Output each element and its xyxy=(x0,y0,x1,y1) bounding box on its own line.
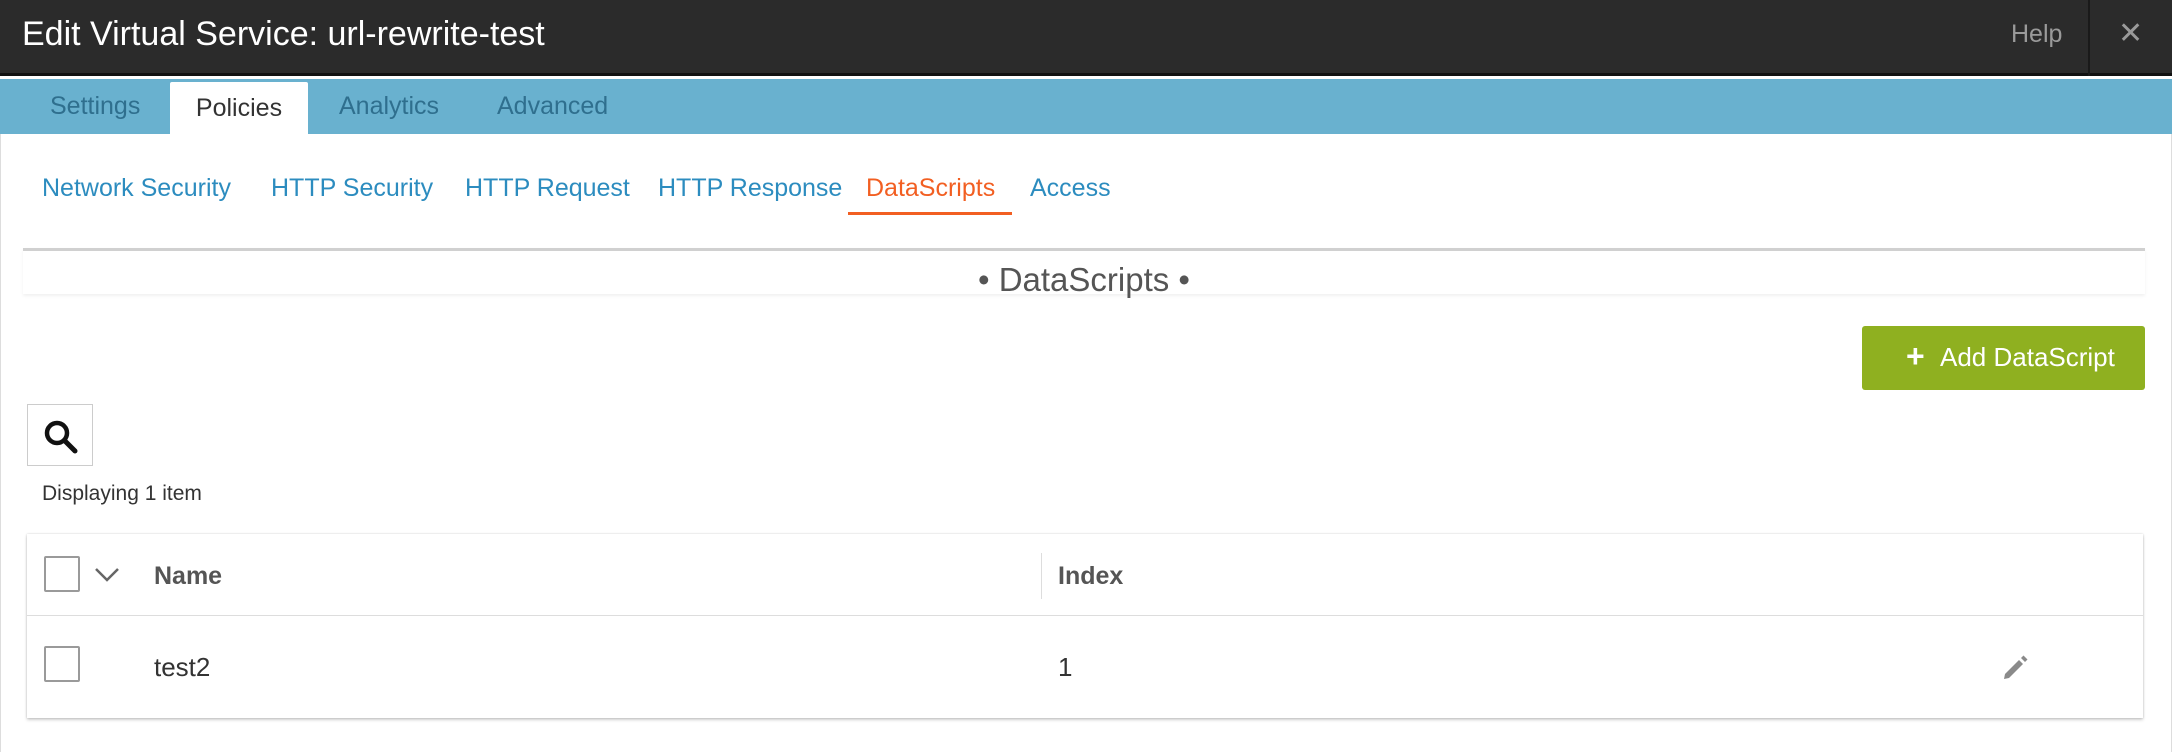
title-bar: Edit Virtual Service: url-rewrite-test H… xyxy=(0,0,2172,76)
tab-analytics[interactable]: Analytics xyxy=(339,79,439,134)
tab-settings[interactable]: Settings xyxy=(50,79,140,134)
chevron-down-icon[interactable] xyxy=(93,564,121,584)
title-divider xyxy=(2088,0,2090,76)
select-all-checkbox[interactable] xyxy=(44,556,80,592)
subtab-datascripts[interactable]: DataScripts xyxy=(866,174,995,203)
row-checkbox[interactable] xyxy=(44,646,80,682)
active-subtab-indicator xyxy=(848,212,1012,215)
section-header: • DataScripts • xyxy=(23,248,2145,298)
subtab-http-response[interactable]: HTTP Response xyxy=(658,174,842,203)
item-count: Displaying 1 item xyxy=(42,482,202,505)
close-icon[interactable]: ✕ xyxy=(2118,16,2143,51)
plus-icon: + xyxy=(1906,338,1925,374)
table-header: Name Index xyxy=(27,534,2143,616)
subtab-http-request[interactable]: HTTP Request xyxy=(465,174,630,203)
help-link[interactable]: Help xyxy=(2011,20,2062,49)
table-row: test2 1 xyxy=(27,616,2143,718)
datascripts-table: Name Index test2 1 xyxy=(27,534,2143,718)
pencil-icon[interactable] xyxy=(2000,652,2030,682)
column-header-name[interactable]: Name xyxy=(154,562,222,591)
column-header-index[interactable]: Index xyxy=(1058,562,1123,591)
main-tab-bar: Settings Policies Analytics Advanced xyxy=(0,79,2172,134)
subtab-network-security[interactable]: Network Security xyxy=(42,174,231,203)
tab-policies[interactable]: Policies xyxy=(170,82,308,134)
search-button[interactable] xyxy=(27,404,93,466)
cell-index: 1 xyxy=(1058,652,1073,682)
subtab-http-security[interactable]: HTTP Security xyxy=(271,174,433,203)
window-title: Edit Virtual Service: url-rewrite-test xyxy=(22,15,545,53)
tab-advanced[interactable]: Advanced xyxy=(497,79,608,134)
section-title: • DataScripts • xyxy=(977,261,1190,298)
subtab-access[interactable]: Access xyxy=(1030,174,1111,203)
cell-name: test2 xyxy=(154,652,211,682)
add-datascript-button[interactable]: + Add DataScript xyxy=(1862,326,2145,390)
column-divider[interactable] xyxy=(1041,553,1042,599)
policies-content: Network Security HTTP Security HTTP Requ… xyxy=(0,134,2172,752)
add-datascript-label: Add DataScript xyxy=(1940,342,2115,372)
search-icon xyxy=(44,420,78,454)
